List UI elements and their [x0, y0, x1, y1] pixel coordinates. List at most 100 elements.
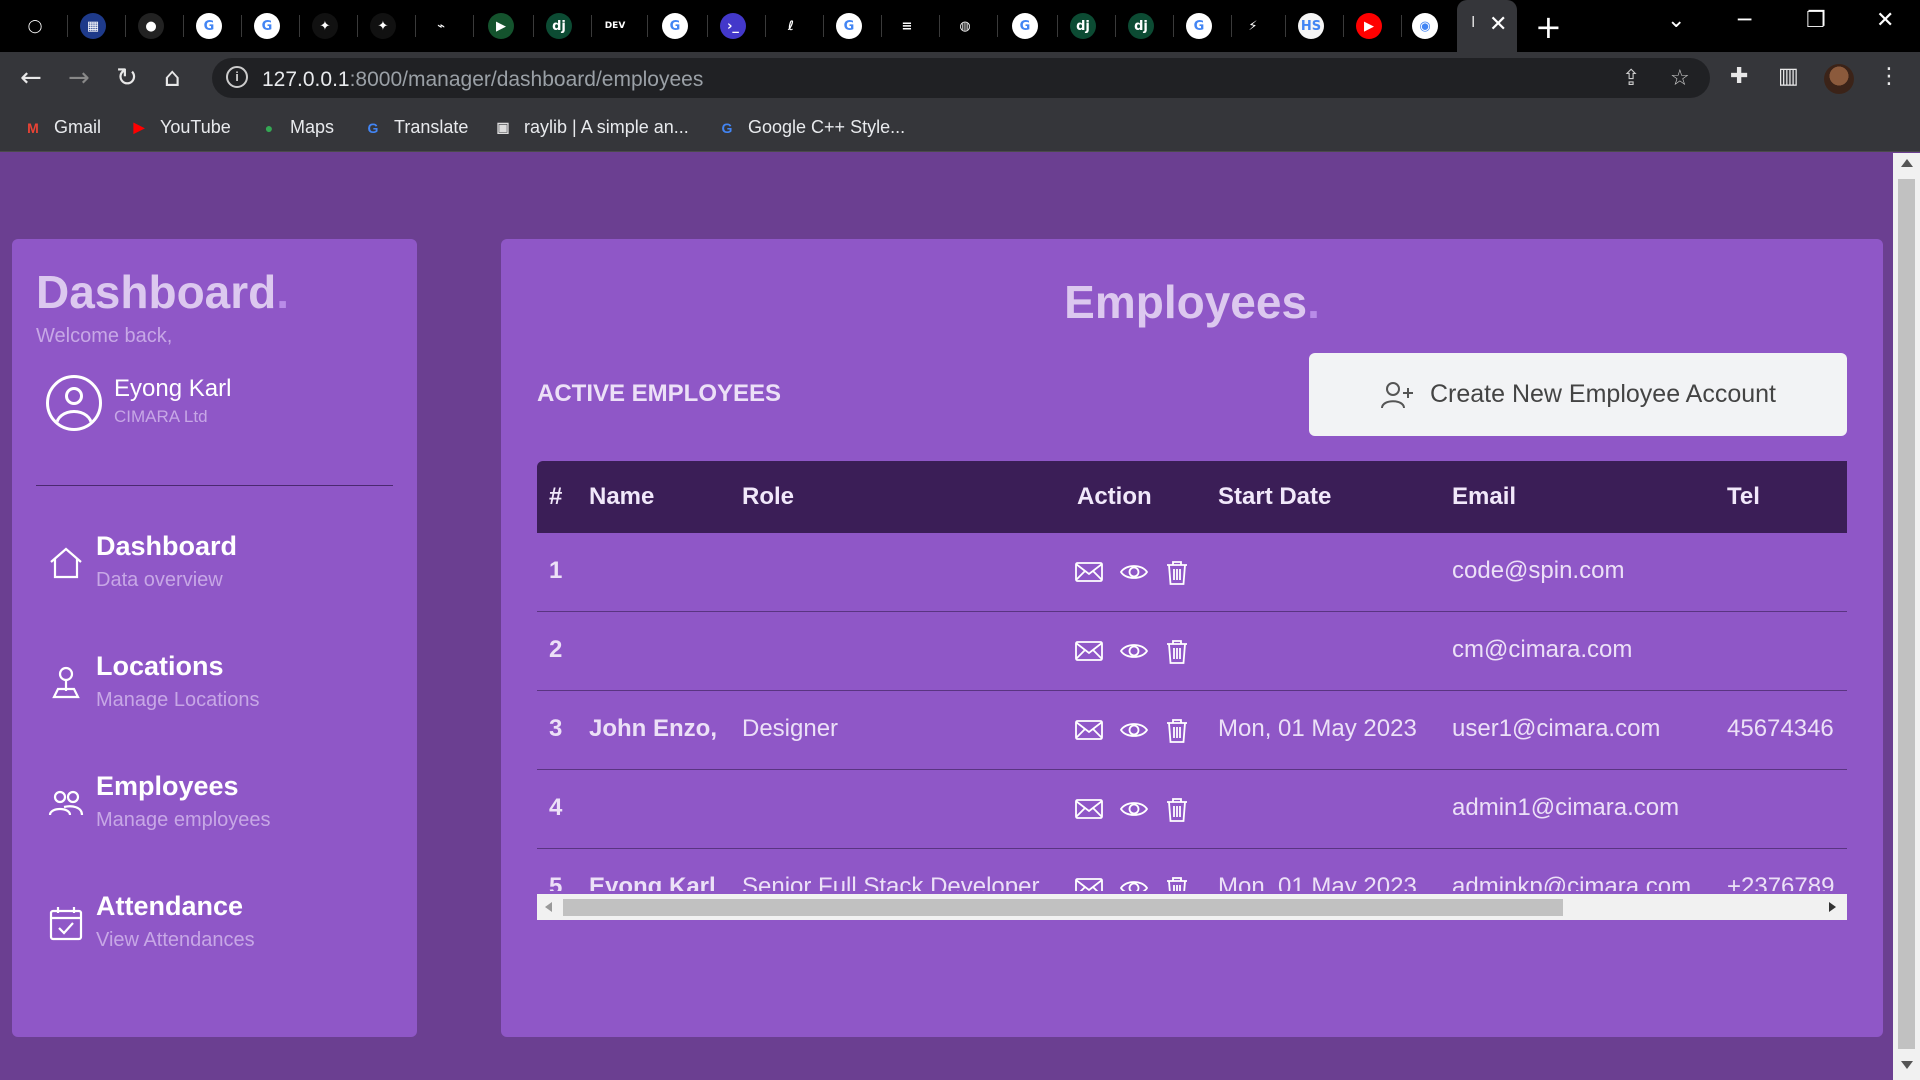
- chatgpt-icon[interactable]: ✦: [312, 13, 338, 39]
- bolt-icon[interactable]: ⚡: [1240, 13, 1266, 39]
- url-text[interactable]: 127.0.0.1:8000/manager/dashboard/employe…: [262, 68, 703, 92]
- menu-dots-icon[interactable]: ⋮: [1878, 64, 1900, 89]
- share-icon[interactable]: ⇪: [1622, 66, 1640, 91]
- google-icon[interactable]: G: [1186, 13, 1212, 39]
- bookmark-item[interactable]: G Translate: [362, 117, 469, 138]
- cell-number: 1: [549, 557, 563, 584]
- forward-icon[interactable]: →: [68, 64, 90, 92]
- scroll-down-icon[interactable]: [1901, 1061, 1913, 1069]
- mail-icon[interactable]: [1074, 715, 1104, 745]
- trash-icon[interactable]: [1162, 794, 1192, 824]
- sidebar-item-subtitle: Manage Locations: [96, 689, 260, 711]
- chrome-icon[interactable]: ◉: [1412, 13, 1438, 39]
- google-icon[interactable]: G: [836, 13, 862, 39]
- horizontal-scrollbar[interactable]: [537, 894, 1847, 920]
- github-icon[interactable]: ◯: [22, 13, 48, 39]
- sidebar-item-locations[interactable]: Locations Manage Locations: [46, 651, 396, 721]
- tab-separator: [241, 15, 242, 37]
- company-name: CIMARA Ltd: [114, 407, 208, 426]
- globe-icon[interactable]: ◍: [952, 13, 978, 39]
- tab-separator: [183, 15, 184, 37]
- site-info-icon[interactable]: i: [226, 66, 248, 88]
- cell-name: John Enzo,: [589, 715, 717, 742]
- google-icon[interactable]: G: [662, 13, 688, 39]
- play-icon[interactable]: ▶: [488, 13, 514, 39]
- django-icon[interactable]: dj: [1070, 13, 1096, 39]
- window-close-icon[interactable]: ✕: [1876, 8, 1894, 33]
- vertical-scrollbar[interactable]: [1893, 153, 1920, 1080]
- dev-icon[interactable]: DEV: [602, 13, 628, 39]
- tab-favicon[interactable]: ℓ: [778, 13, 804, 39]
- trash-icon[interactable]: [1162, 636, 1192, 666]
- new-tab-icon[interactable]: +: [1535, 8, 1562, 46]
- youtube-icon[interactable]: ▶: [1356, 13, 1382, 39]
- view-eye-icon[interactable]: [1119, 557, 1149, 587]
- reload-icon[interactable]: ↻: [116, 64, 138, 92]
- trash-icon[interactable]: [1162, 873, 1192, 891]
- minimize-icon[interactable]: ─: [1738, 8, 1751, 33]
- bookmark-star-icon[interactable]: ☆: [1670, 66, 1690, 91]
- google-icon[interactable]: G: [196, 13, 222, 39]
- mail-icon[interactable]: [1074, 794, 1104, 824]
- chatgpt-icon[interactable]: ✦: [370, 13, 396, 39]
- view-eye-icon[interactable]: [1119, 636, 1149, 666]
- close-icon[interactable]: ✕: [1489, 12, 1507, 37]
- scroll-up-icon[interactable]: [1901, 159, 1913, 167]
- sidebar-item-dashboard[interactable]: Dashboard Data overview: [46, 531, 396, 601]
- trash-icon[interactable]: [1162, 715, 1192, 745]
- bookmark-item[interactable]: ▣ raylib | A simple an...: [492, 117, 689, 138]
- mail-icon[interactable]: [1074, 636, 1104, 666]
- address-bar[interactable]: i 127.0.0.1:8000/manager/dashboard/emplo…: [212, 58, 1710, 98]
- back-icon[interactable]: ←: [20, 64, 42, 92]
- hs-icon[interactable]: HS: [1298, 13, 1324, 39]
- bookmark-label: raylib | A simple an...: [524, 117, 689, 137]
- scroll-right-icon[interactable]: [1829, 902, 1836, 912]
- view-eye-icon[interactable]: [1119, 794, 1149, 824]
- column-header-role: Role: [742, 483, 795, 510]
- user-name: Eyong Karl: [114, 375, 232, 402]
- table-row: 4 admin1@cimara.com: [537, 770, 1847, 849]
- extensions-icon[interactable]: ✚: [1730, 64, 1748, 89]
- restore-icon[interactable]: ❐: [1806, 8, 1826, 33]
- bookmark-item[interactable]: ● Maps: [258, 117, 334, 138]
- trash-icon[interactable]: [1162, 557, 1192, 587]
- side-panel-icon[interactable]: ▥: [1778, 64, 1799, 89]
- mail-icon[interactable]: [1074, 873, 1104, 891]
- scrollbar-thumb[interactable]: [563, 899, 1563, 916]
- create-employee-button[interactable]: Create New Employee Account: [1309, 353, 1847, 436]
- sidebar-item-attendance[interactable]: Attendance View Attendances: [46, 891, 396, 961]
- profile-avatar[interactable]: [1824, 64, 1854, 94]
- tab-separator: [415, 15, 416, 37]
- bookmark-item[interactable]: ▶ YouTube: [128, 117, 231, 138]
- stackoverflow-icon[interactable]: ≡: [894, 13, 920, 39]
- mail-icon[interactable]: [1074, 557, 1104, 587]
- bookmark-label: Translate: [394, 117, 469, 137]
- scrollbar-thumb[interactable]: [1898, 179, 1915, 1049]
- sidebar-item-employees[interactable]: Employees Manage employees: [46, 771, 396, 841]
- column-header-start-date: Start Date: [1218, 483, 1332, 510]
- bookmarks-bar: M Gmail ▶ YouTube ● Maps G Translate ▣ raylib | A…: [0, 104, 1920, 152]
- tab-favicon[interactable]: ⌁: [428, 13, 454, 39]
- raylib-icon: ▣: [496, 119, 510, 135]
- google-icon[interactable]: G: [1012, 13, 1038, 39]
- view-eye-icon[interactable]: [1119, 715, 1149, 745]
- active-tab[interactable]: I ✕: [1457, 0, 1517, 52]
- django-icon[interactable]: dj: [546, 13, 572, 39]
- tab-separator: [881, 15, 882, 37]
- tab-favicon[interactable]: ●: [138, 13, 164, 39]
- bookmark-item[interactable]: M Gmail: [22, 117, 101, 138]
- google-icon[interactable]: G: [254, 13, 280, 39]
- scroll-left-icon[interactable]: [545, 902, 552, 912]
- tab-favicon[interactable]: ▦: [80, 13, 106, 39]
- table-row: 5 Eyong Karl Senior Full Stack Developer Mo…: [537, 849, 1847, 891]
- view-eye-icon[interactable]: [1119, 873, 1149, 891]
- table-row: 3 John Enzo, Designer Mon, 01 May 2023 user1…: [537, 691, 1847, 770]
- terminal-icon[interactable]: ›_: [720, 13, 746, 39]
- add-user-icon: [1380, 381, 1413, 408]
- bookmark-item[interactable]: G Google C++ Style...: [716, 117, 906, 138]
- tab-search-icon[interactable]: ⌄: [1667, 8, 1685, 33]
- home-icon[interactable]: ⌂: [164, 64, 181, 92]
- cell-role: Senior Full Stack Developer: [742, 873, 1040, 891]
- django-icon[interactable]: dj: [1128, 13, 1154, 39]
- cell-email: user1@cimara.com: [1452, 715, 1661, 742]
